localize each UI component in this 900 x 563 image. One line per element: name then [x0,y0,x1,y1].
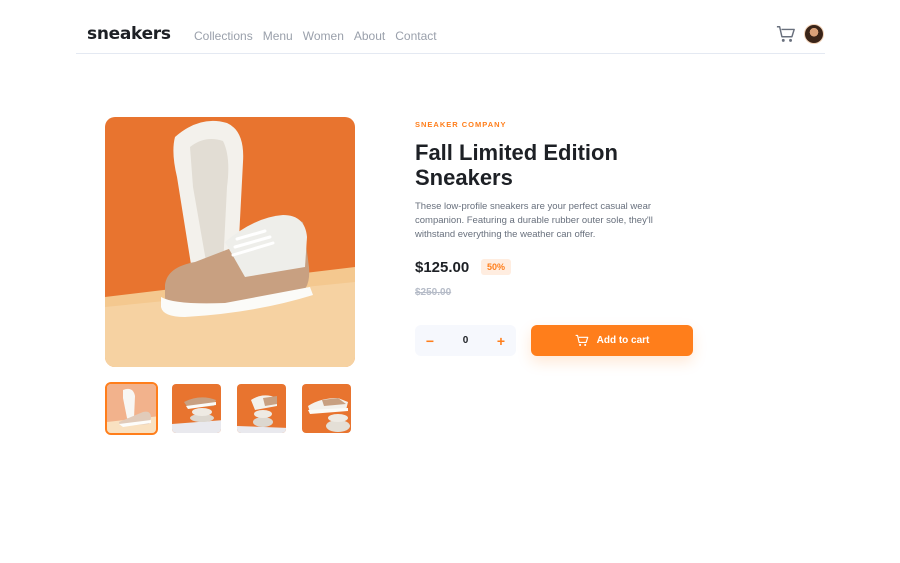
original-price: $250.00 [415,287,452,298]
thumbnail-2[interactable] [170,382,223,435]
product-description: These low-profile sneakers are your perf… [415,201,653,240]
nav-contact[interactable]: Contact [395,29,436,43]
thumbnail-strip [105,382,353,435]
minus-button[interactable]: − [415,325,445,356]
avatar[interactable] [804,24,824,44]
product-title: Fall Limited Edition Sneakers [415,140,618,190]
cart-icon[interactable] [776,24,796,44]
add-to-cart-label: Add to cart [596,335,650,346]
quantity-stepper: − 0 + [415,325,516,356]
plus-button[interactable]: + [486,325,516,356]
thumbnail-3[interactable] [235,382,288,435]
main-nav: Collections Menu Women About Contact [194,29,437,43]
nav-about[interactable]: About [354,29,385,43]
quantity-value: 0 [462,335,469,346]
thumbnail-1[interactable] [105,382,158,435]
company-label: SNEAKER COMPANY [415,120,507,129]
cart-icon [575,334,588,346]
logo[interactable]: sneakers [87,24,171,44]
nav-women[interactable]: Women [303,29,344,43]
product-main-image[interactable] [105,117,355,367]
nav-collections[interactable]: Collections [194,29,253,43]
discount-badge: 50% [481,259,512,275]
thumbnail-4[interactable] [300,382,353,435]
site-header: sneakers Collections Menu Women About Co… [76,0,825,54]
nav-menu[interactable]: Menu [263,29,293,43]
add-to-cart-button[interactable]: Add to cart [531,325,693,356]
current-price: $125.00 [415,259,470,276]
